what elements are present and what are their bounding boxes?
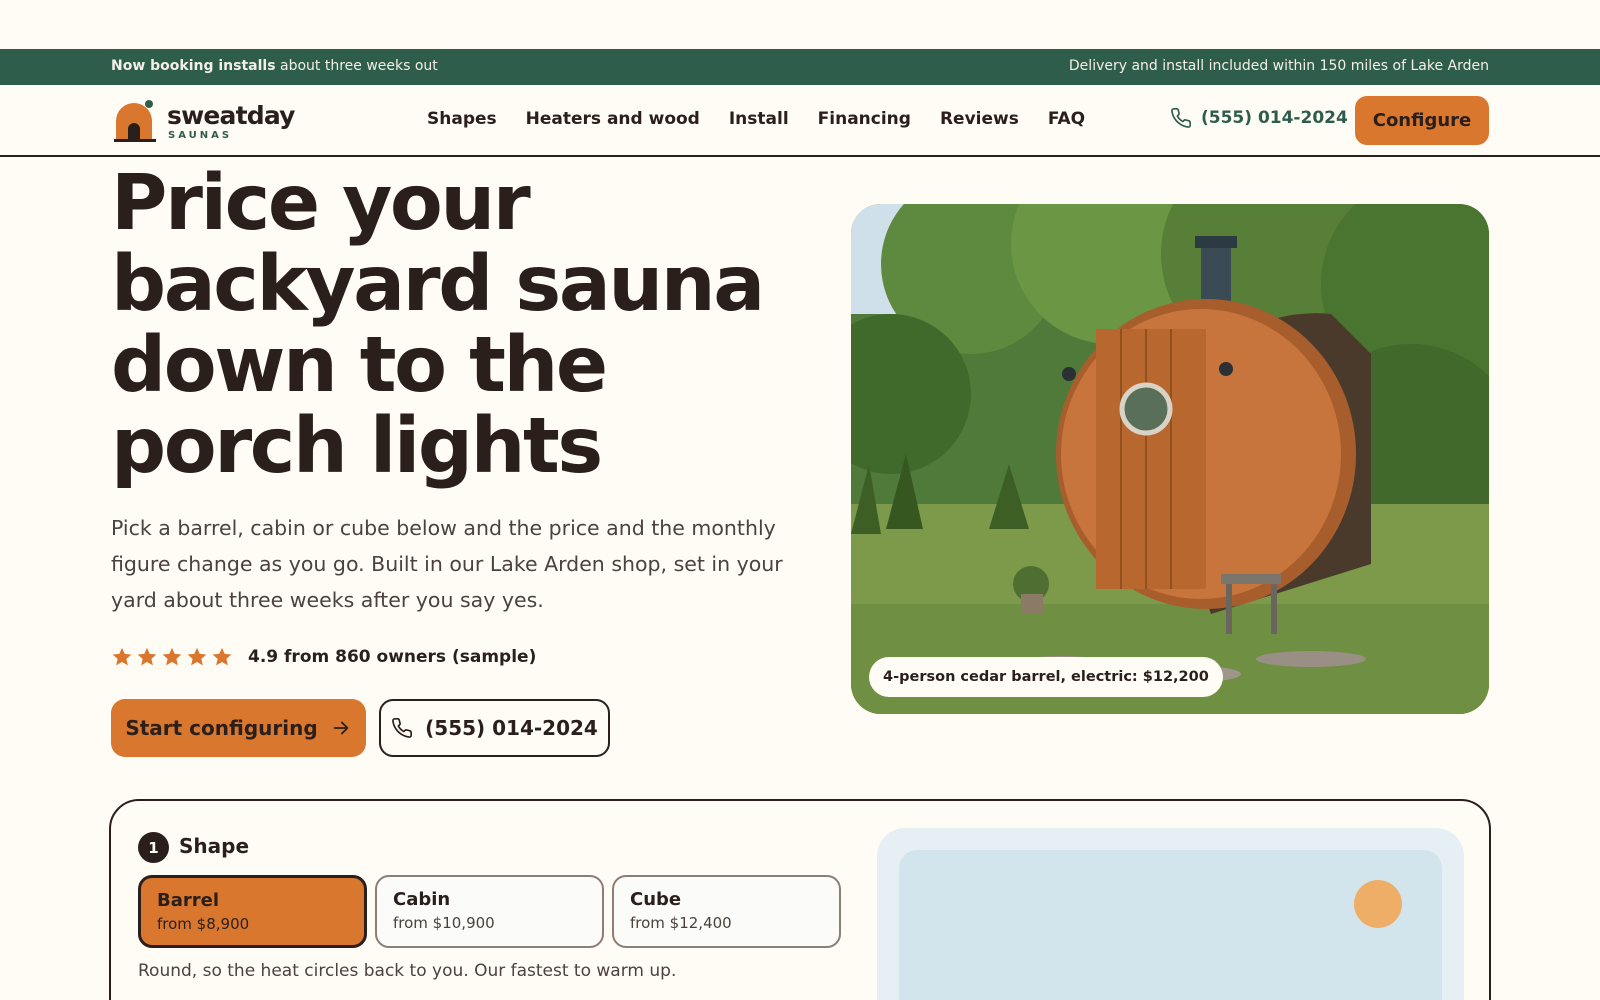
call-button-label: (555) 014-2024 <box>425 716 598 740</box>
nav-link-reviews[interactable]: Reviews <box>940 109 1019 129</box>
shape-name: Cube <box>630 889 682 910</box>
configure-button[interactable]: Configure <box>1355 96 1489 145</box>
star-rating <box>111 646 233 668</box>
photo-caption: 4-person cedar barrel, electric: $12,200 <box>869 657 1223 697</box>
announcement-bar: Now booking installs about three weeks o… <box>0 49 1600 85</box>
brand-sub: SAUNAS <box>168 130 233 141</box>
star-icon <box>187 647 207 666</box>
shape-description: Round, so the heat circles back to you. … <box>138 961 677 981</box>
configurator-panel: 1 Shape Barrel from $8,900 Cabin from $1… <box>109 799 1491 1000</box>
nav-link-shapes[interactable]: Shapes <box>427 109 497 129</box>
start-configuring-label: Start configuring <box>125 716 318 740</box>
announcement-detail: about three weeks out <box>275 58 438 74</box>
hero-photo: 4-person cedar barrel, electric: $12,200 <box>851 204 1489 714</box>
announcement-right: Delivery and install included within 150… <box>1068 58 1489 74</box>
nav-link-financing[interactable]: Financing <box>818 109 911 129</box>
nav-link-faq[interactable]: FAQ <box>1048 109 1085 129</box>
call-button[interactable]: (555) 014-2024 <box>379 699 610 757</box>
sauna-logo-icon <box>114 100 156 142</box>
sauna-preview <box>877 828 1464 1000</box>
announcement-highlight: Now booking installs <box>111 58 276 74</box>
shape-price: from $12,400 <box>630 914 732 932</box>
shape-price: from $10,900 <box>393 914 495 932</box>
sun-icon <box>1354 880 1402 928</box>
hero-title: Price your backyard sauna down to the po… <box>111 159 765 491</box>
main-nav: sweatday SAUNAS Shapes Heaters and wood … <box>0 85 1600 157</box>
announcement-left: Now booking installs about three weeks o… <box>111 58 438 74</box>
start-configuring-button[interactable]: Start configuring <box>111 699 366 757</box>
barrel-sauna-photo <box>851 204 1489 714</box>
shape-name: Barrel <box>157 890 219 911</box>
arrow-right-icon <box>333 721 349 735</box>
nav-phone-number: (555) 014-2024 <box>1201 108 1348 128</box>
nav-links: Shapes Heaters and wood Install Financin… <box>427 109 1085 129</box>
shape-option-barrel[interactable]: Barrel from $8,900 <box>138 875 367 948</box>
star-icon <box>112 647 132 666</box>
nav-link-install[interactable]: Install <box>729 109 789 129</box>
shape-price: from $8,900 <box>157 915 250 933</box>
phone-icon <box>392 718 413 738</box>
star-icon <box>162 647 182 666</box>
shape-option-cabin[interactable]: Cabin from $10,900 <box>375 875 604 948</box>
rating-text: 4.9 from 860 owners (sample) <box>248 647 537 667</box>
brand-name: sweatday <box>167 101 295 130</box>
star-icon <box>212 647 232 666</box>
nav-phone-link[interactable]: (555) 014-2024 <box>1170 107 1348 129</box>
preview-sky <box>899 850 1442 1000</box>
nav-link-heaters[interactable]: Heaters and wood <box>526 109 700 129</box>
shape-option-cube[interactable]: Cube from $12,400 <box>612 875 841 948</box>
star-icon <box>137 647 157 666</box>
hero-description: Pick a barrel, cabin or cube below and t… <box>111 516 783 612</box>
step-number-badge: 1 <box>138 832 169 863</box>
logo[interactable]: sweatday SAUNAS <box>114 99 299 145</box>
rating: 4.9 from 860 owners (sample) <box>111 646 536 668</box>
step-label: Shape <box>179 834 250 858</box>
shape-name: Cabin <box>393 889 451 910</box>
phone-icon <box>1171 108 1191 128</box>
